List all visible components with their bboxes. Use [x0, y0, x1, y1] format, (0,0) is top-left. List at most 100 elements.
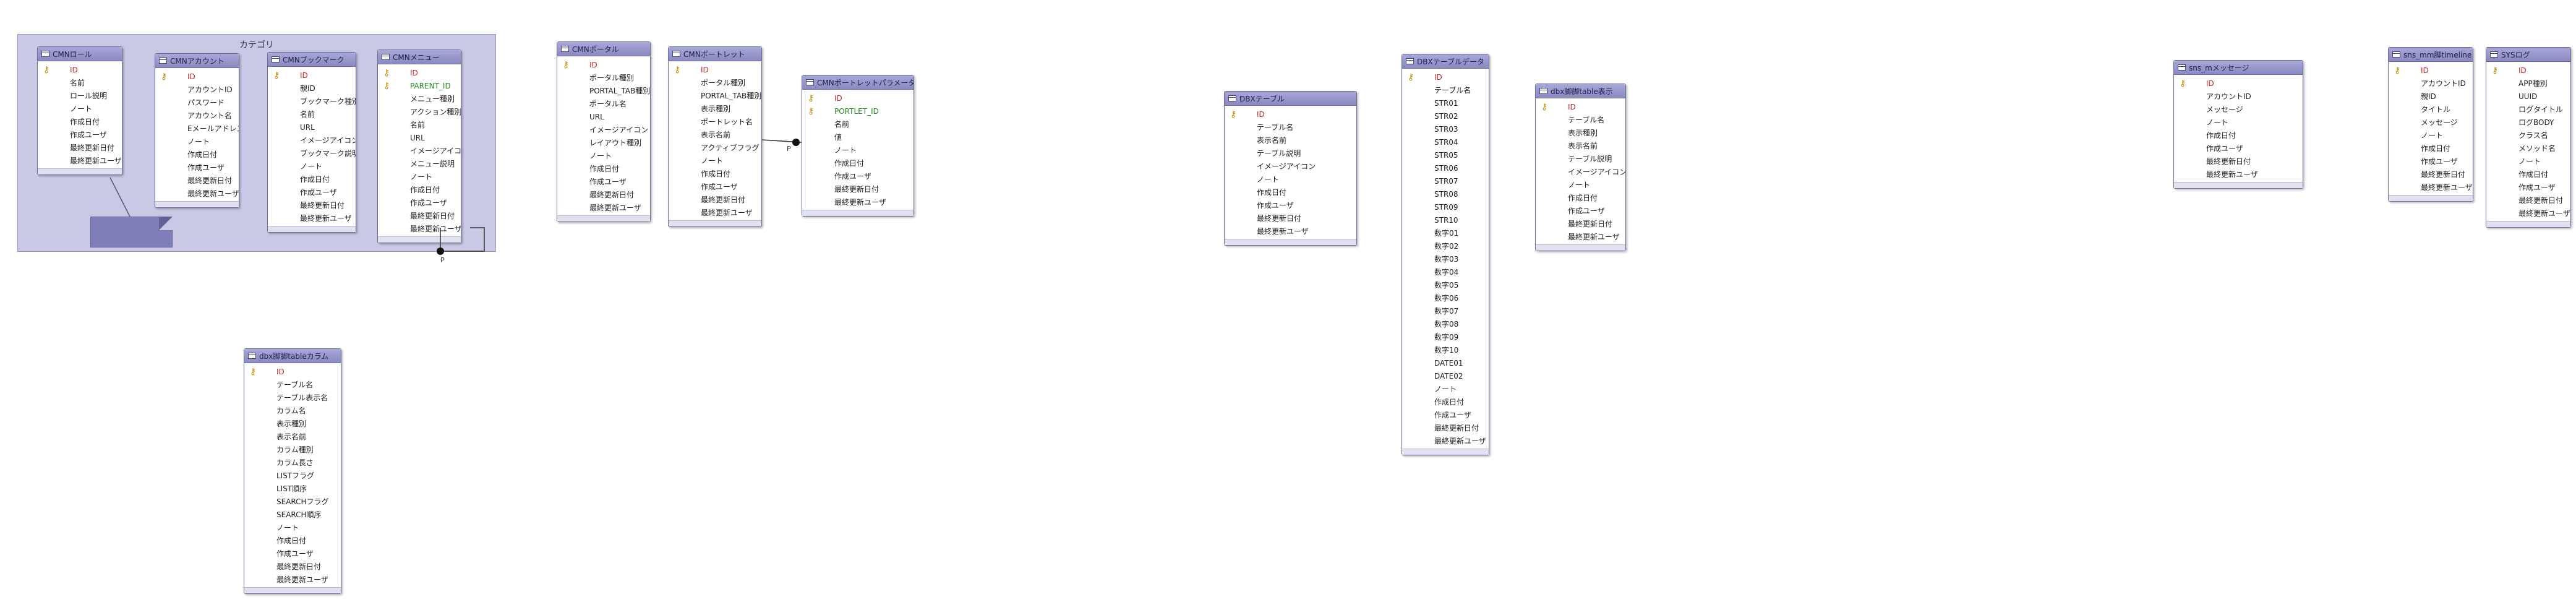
- attribute-row[interactable]: ポータル種別: [669, 77, 761, 90]
- attribute-row[interactable]: 最終更新日付: [1225, 212, 1356, 225]
- attribute-row[interactable]: 表示名前: [1225, 134, 1356, 147]
- primary-key-attribute[interactable]: ⚷ ID: [2389, 64, 2473, 77]
- attribute-row[interactable]: 最終更新日付: [155, 174, 239, 187]
- attribute-row[interactable]: 最終更新ユーザ: [669, 207, 761, 220]
- attribute-row[interactable]: 親ID: [2389, 90, 2473, 103]
- attribute-row[interactable]: アクション種別: [378, 106, 461, 119]
- foreign-key-attribute[interactable]: ⚷ PARENT_ID: [378, 80, 461, 93]
- entity-cmn-portal[interactable]: CMNポータル ⚷ ID ポータル種別 PORTAL_TAB種別 ポータル名 URL イメージ…: [557, 41, 651, 222]
- attribute-row[interactable]: イメージアイコン: [1225, 160, 1356, 173]
- entity-cmn-account[interactable]: CMNアカウント ⚷ ID アカウントID パスワード アカウント名 Eメールアドレス ノート…: [155, 53, 239, 208]
- primary-key-attribute[interactable]: ⚷ ID: [2174, 77, 2303, 90]
- attribute-row[interactable]: 作成ユーザ: [557, 176, 650, 189]
- attribute-row[interactable]: 数字03: [1402, 253, 1489, 266]
- attribute-row[interactable]: ノート: [1536, 179, 1625, 192]
- attribute-row[interactable]: 最終更新日付: [378, 210, 461, 223]
- attribute-row[interactable]: URL: [378, 132, 461, 145]
- attribute-row[interactable]: 作成ユーザ: [1225, 199, 1356, 212]
- attribute-row[interactable]: 数字06: [1402, 292, 1489, 305]
- attribute-row[interactable]: アカウントID: [2389, 77, 2473, 90]
- attribute-row[interactable]: テーブル名: [1225, 121, 1356, 134]
- attribute-row[interactable]: 作成ユーザ: [669, 181, 761, 194]
- primary-key-attribute[interactable]: ⚷ ID: [244, 366, 341, 379]
- attribute-row[interactable]: SEARCHフラグ: [244, 496, 341, 509]
- attribute-row[interactable]: イメージアイコン: [378, 145, 461, 158]
- attribute-row[interactable]: ノート: [38, 103, 122, 116]
- attribute-row[interactable]: レイアウト種別: [557, 137, 650, 150]
- attribute-row[interactable]: 親ID: [268, 82, 356, 95]
- attribute-row[interactable]: 最終更新日付: [802, 183, 914, 196]
- attribute-row[interactable]: ノート: [1225, 173, 1356, 186]
- attribute-row[interactable]: 最終更新ユーザ: [2174, 168, 2303, 181]
- entity-sns-timeline[interactable]: sns_mm脚timeline ⚷ ID アカウントID 親ID タイトル メッセージ ノート…: [2388, 47, 2473, 202]
- attribute-row[interactable]: 作成日付: [2389, 142, 2473, 155]
- attribute-row[interactable]: 最終更新日付: [38, 142, 122, 155]
- attribute-row[interactable]: ロール説明: [38, 90, 122, 103]
- attribute-row[interactable]: 作成日付: [38, 116, 122, 129]
- attribute-row[interactable]: テーブル名: [1536, 114, 1625, 127]
- attribute-row[interactable]: 数字08: [1402, 318, 1489, 331]
- attribute-row[interactable]: SEARCH順序: [244, 509, 341, 522]
- attribute-row[interactable]: PORTAL_TAB種別: [669, 90, 761, 103]
- entity-header[interactable]: sns_mメッセージ: [2174, 61, 2303, 75]
- attribute-row[interactable]: アカウントID: [2174, 90, 2303, 103]
- attribute-row[interactable]: PORTAL_TAB種別: [557, 85, 650, 98]
- entity-dbx-table[interactable]: DBXテーブル ⚷ ID テーブル名 表示名前 テーブル説明 イメージアイコン ノート 作成日付…: [1224, 91, 1357, 246]
- attribute-row[interactable]: 作成日付: [669, 168, 761, 181]
- attribute-row[interactable]: 最終更新ユーザ: [38, 155, 122, 168]
- attribute-row[interactable]: STR10: [1402, 214, 1489, 227]
- entity-header[interactable]: dbx脚脚table表示: [1536, 84, 1625, 98]
- attribute-row[interactable]: 最終更新ユーザ: [378, 223, 461, 236]
- attribute-row[interactable]: 数字02: [1402, 240, 1489, 253]
- attribute-row[interactable]: 数字10: [1402, 344, 1489, 357]
- attribute-row[interactable]: テーブル表示名: [244, 392, 341, 405]
- attribute-row[interactable]: ノート: [2486, 155, 2570, 168]
- entity-cmn-bookmark[interactable]: CMNブックマーク ⚷ ID 親ID ブックマーク種別 名前 URL イメージアイコン ブックマ…: [267, 52, 356, 233]
- primary-key-attribute[interactable]: ⚷ ID: [1225, 108, 1356, 121]
- attribute-row[interactable]: STR03: [1402, 123, 1489, 136]
- entity-header[interactable]: CMNメニュー: [378, 50, 461, 64]
- attribute-row[interactable]: ノート: [244, 522, 341, 535]
- attribute-row[interactable]: 最終更新ユーザ: [1536, 231, 1625, 244]
- attribute-row[interactable]: ログタイトル: [2486, 103, 2570, 116]
- attribute-row[interactable]: 名前: [802, 118, 914, 131]
- attribute-row[interactable]: ノート: [557, 150, 650, 163]
- note-shape[interactable]: [90, 217, 173, 247]
- attribute-row[interactable]: ノート: [2389, 129, 2473, 142]
- entity-header[interactable]: sns_mm脚timeline: [2389, 48, 2473, 62]
- attribute-row[interactable]: イメージアイコン: [268, 134, 356, 147]
- attribute-row[interactable]: カラム名: [244, 405, 341, 418]
- entity-cmn-role[interactable]: CMNロール ⚷ ID 名前 ロール説明 ノート 作成日付 作成ユーザ 最終更新日付 最終更新ユー…: [37, 46, 122, 175]
- attribute-row[interactable]: STR06: [1402, 162, 1489, 175]
- attribute-row[interactable]: 最終更新ユーザ: [557, 202, 650, 215]
- attribute-row[interactable]: 作成ユーザ: [2174, 142, 2303, 155]
- attribute-row[interactable]: STR07: [1402, 175, 1489, 188]
- attribute-row[interactable]: 名前: [378, 119, 461, 132]
- attribute-row[interactable]: 数字04: [1402, 266, 1489, 279]
- entity-cmn-portlet-param[interactable]: CMNポートレットパラメーター ⚷ ID ⚷ PORTLET_ID 名前値ノート 作成日付作…: [802, 75, 914, 217]
- attribute-row[interactable]: 最終更新ユーザ: [1225, 225, 1356, 238]
- attribute-row[interactable]: 最終更新ユーザ: [155, 187, 239, 200]
- attribute-row[interactable]: 表示種別: [1536, 127, 1625, 140]
- attribute-row[interactable]: クラス名: [2486, 129, 2570, 142]
- attribute-row[interactable]: 最終更新日付: [268, 199, 356, 212]
- attribute-row[interactable]: LIST順序: [244, 483, 341, 496]
- entity-header[interactable]: SYSログ: [2486, 48, 2570, 62]
- attribute-row[interactable]: 最終更新ユーザ: [268, 212, 356, 225]
- primary-key-attribute[interactable]: ⚷ ID: [155, 71, 239, 84]
- attribute-row[interactable]: 作成日付: [2174, 129, 2303, 142]
- attribute-row[interactable]: STR05: [1402, 149, 1489, 162]
- attribute-row[interactable]: ノート: [802, 144, 914, 157]
- attribute-row[interactable]: 最終更新ユーザ: [244, 574, 341, 587]
- attribute-row[interactable]: テーブル説明: [1225, 147, 1356, 160]
- attribute-row[interactable]: 数字05: [1402, 279, 1489, 292]
- foreign-key-attribute[interactable]: ⚷ PORTLET_ID: [802, 105, 914, 118]
- attribute-row[interactable]: 作成ユーザ: [378, 197, 461, 210]
- entity-header[interactable]: CMNロール: [38, 47, 122, 61]
- attribute-row[interactable]: ブックマーク説明: [268, 147, 356, 160]
- attribute-row[interactable]: UUID: [2486, 90, 2570, 103]
- primary-key-attribute[interactable]: ⚷ ID: [557, 59, 650, 72]
- attribute-row[interactable]: 最終更新日付: [244, 561, 341, 574]
- attribute-row[interactable]: ブックマーク種別: [268, 95, 356, 108]
- attribute-row[interactable]: STR04: [1402, 136, 1489, 149]
